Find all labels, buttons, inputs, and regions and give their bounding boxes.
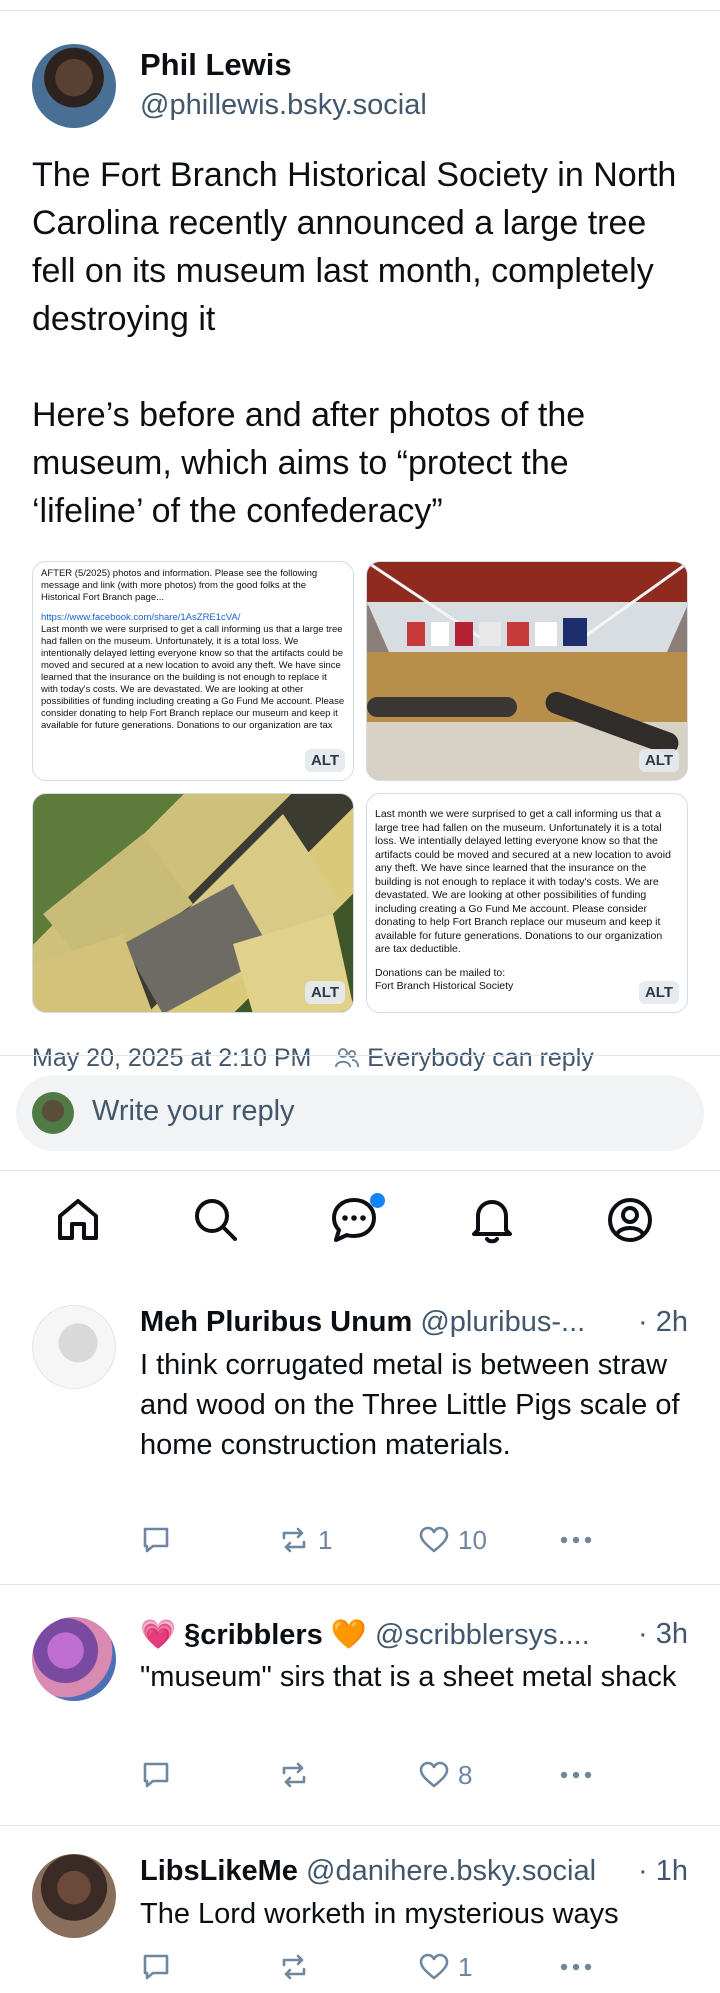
repost-icon [282, 1527, 306, 1553]
profile-icon[interactable] [604, 1194, 656, 1246]
reply-time: · 1h [632, 1855, 688, 1888]
heart-icon [419, 1526, 449, 1553]
search-icon[interactable] [190, 1194, 242, 1246]
repost-icon [282, 1762, 306, 1788]
like-count: 10 [458, 1524, 487, 1555]
reply-composer[interactable]: Write your reply [16, 1075, 704, 1151]
more-icon [560, 1771, 592, 1779]
image-1-intro: AFTER (5/2025) photos and information. P… [41, 568, 318, 603]
like-button[interactable]: 1 [418, 1950, 472, 1984]
reply-actions: 8 [140, 1758, 600, 1792]
more-icon [560, 1963, 592, 1971]
people-icon [335, 1048, 360, 1068]
image-4-footer: Donations can be mailed to: [375, 966, 506, 979]
reply-setting[interactable]: Everybody can reply [334, 1044, 594, 1072]
image-grid: AFTER (5/2025) photos and information. P… [32, 561, 688, 1013]
more-button[interactable] [558, 1758, 594, 1792]
museum-interior-photo [367, 562, 687, 780]
unread-dot [370, 1193, 385, 1208]
image-4-body: Last month we were surprised to get a ca… [375, 808, 671, 955]
bell-icon[interactable] [466, 1194, 518, 1246]
main-post: Phil Lewis @phillewis.bsky.social The Fo… [0, 11, 720, 1072]
reply-avatar[interactable] [32, 1305, 116, 1389]
heart-icon [419, 1761, 449, 1788]
image-1-link: https://www.facebook.com/share/1AsZRE1cV… [41, 612, 241, 623]
home-icon[interactable] [52, 1194, 104, 1246]
author-avatar[interactable] [32, 44, 116, 128]
reply-text: The Lord worketh in mysterious ways [140, 1898, 619, 1930]
author-name[interactable]: Phil Lewis [140, 47, 292, 83]
image-4[interactable]: Last month we were surprised to get a ca… [366, 793, 688, 1013]
bottom-tab-bar [0, 1172, 720, 1282]
reply-actions: 1 [140, 1950, 600, 1984]
image-3[interactable]: ALT [32, 793, 354, 1013]
reply-setting-label: Everybody can reply [367, 1044, 594, 1072]
comment-icon [143, 1954, 169, 1980]
orange-heart-emoji: 🧡 [330, 1619, 367, 1651]
comment-button[interactable] [140, 1758, 172, 1792]
more-button[interactable] [558, 1523, 594, 1557]
image-4-footer2: Fort Branch Historical Society [375, 980, 514, 992]
repost-button[interactable]: 1 [278, 1523, 332, 1557]
reply-avatar[interactable] [32, 1617, 116, 1701]
reply-author-name[interactable]: Meh Pluribus Unum [140, 1306, 412, 1338]
reply-header: Meh Pluribus Unum @pluribus-... [140, 1306, 688, 1339]
repost-icon [282, 1954, 306, 1980]
image-1-body: Last month we were surprised to get a ca… [41, 624, 345, 731]
reply-text: "museum" sirs that is a sheet metal shac… [140, 1661, 677, 1693]
reply-actions: 1 10 [140, 1523, 600, 1557]
post-text: The Fort Branch Historical Society in No… [32, 156, 677, 530]
alt-badge[interactable]: ALT [304, 981, 345, 1004]
image-4-text: Last month we were surprised to get a ca… [375, 808, 679, 994]
reply-time: · 2h [632, 1306, 688, 1339]
divider [0, 1170, 720, 1171]
more-button[interactable] [558, 1950, 594, 1984]
image-2[interactable]: ALT [366, 561, 688, 781]
reply-item[interactable]: Meh Pluribus Unum @pluribus-... · 2h I t… [0, 1283, 720, 1583]
comment-button[interactable] [140, 1950, 172, 1984]
reply-item[interactable]: LibsLikeMe @danihere.bsky.social · 1h Th… [0, 1826, 720, 1993]
alt-badge[interactable]: ALT [304, 749, 345, 772]
like-count: 1 [458, 1951, 473, 1982]
repost-count: 1 [318, 1524, 333, 1555]
reply-author-handle[interactable]: @pluribus-... [420, 1306, 585, 1338]
reply-header: 💗 §cribblers 🧡 @scribblersys.... [140, 1618, 688, 1652]
post-meta: May 20, 2025 at 2:10 PM Everybody can re… [32, 1044, 688, 1073]
heart-icon [419, 1953, 449, 1980]
reply-item[interactable]: 💗 §cribblers 🧡 @scribblersys.... · 3h "m… [0, 1585, 720, 1825]
reply-author-handle[interactable]: @scribblersys.... [375, 1619, 590, 1651]
heart-emoji: 💗 [140, 1619, 177, 1651]
alt-badge[interactable]: ALT [638, 981, 679, 1004]
reply-author-handle[interactable]: @danihere.bsky.social [306, 1855, 596, 1887]
reply-time: · 3h [632, 1618, 688, 1651]
more-icon [560, 1536, 592, 1544]
reply-author-name[interactable]: §cribblers [184, 1619, 323, 1651]
reply-avatar[interactable] [32, 1854, 116, 1938]
comment-button[interactable] [140, 1523, 172, 1557]
reply-header: LibsLikeMe @danihere.bsky.social [140, 1855, 688, 1888]
reply-placeholder: Write your reply [92, 1095, 295, 1127]
author-handle[interactable]: @phillewis.bsky.social [140, 89, 427, 122]
image-1[interactable]: AFTER (5/2025) photos and information. P… [32, 561, 354, 781]
repost-button[interactable] [278, 1950, 318, 1984]
like-button[interactable]: 8 [418, 1758, 472, 1792]
image-1-text: AFTER (5/2025) photos and information. P… [41, 568, 345, 732]
like-button[interactable]: 10 [418, 1523, 487, 1557]
reply-text: I think corrugated metal is between stra… [140, 1349, 680, 1461]
alt-badge[interactable]: ALT [638, 749, 679, 772]
reply-author-name[interactable]: LibsLikeMe [140, 1855, 298, 1887]
repost-button[interactable] [278, 1758, 318, 1792]
post-timestamp[interactable]: May 20, 2025 at 2:10 PM [32, 1044, 311, 1072]
collapsed-building-photo [33, 814, 353, 1012]
divider [0, 1055, 720, 1056]
like-count: 8 [458, 1759, 473, 1790]
user-avatar [32, 1092, 74, 1134]
comment-icon [143, 1762, 169, 1788]
comment-icon [143, 1527, 169, 1553]
